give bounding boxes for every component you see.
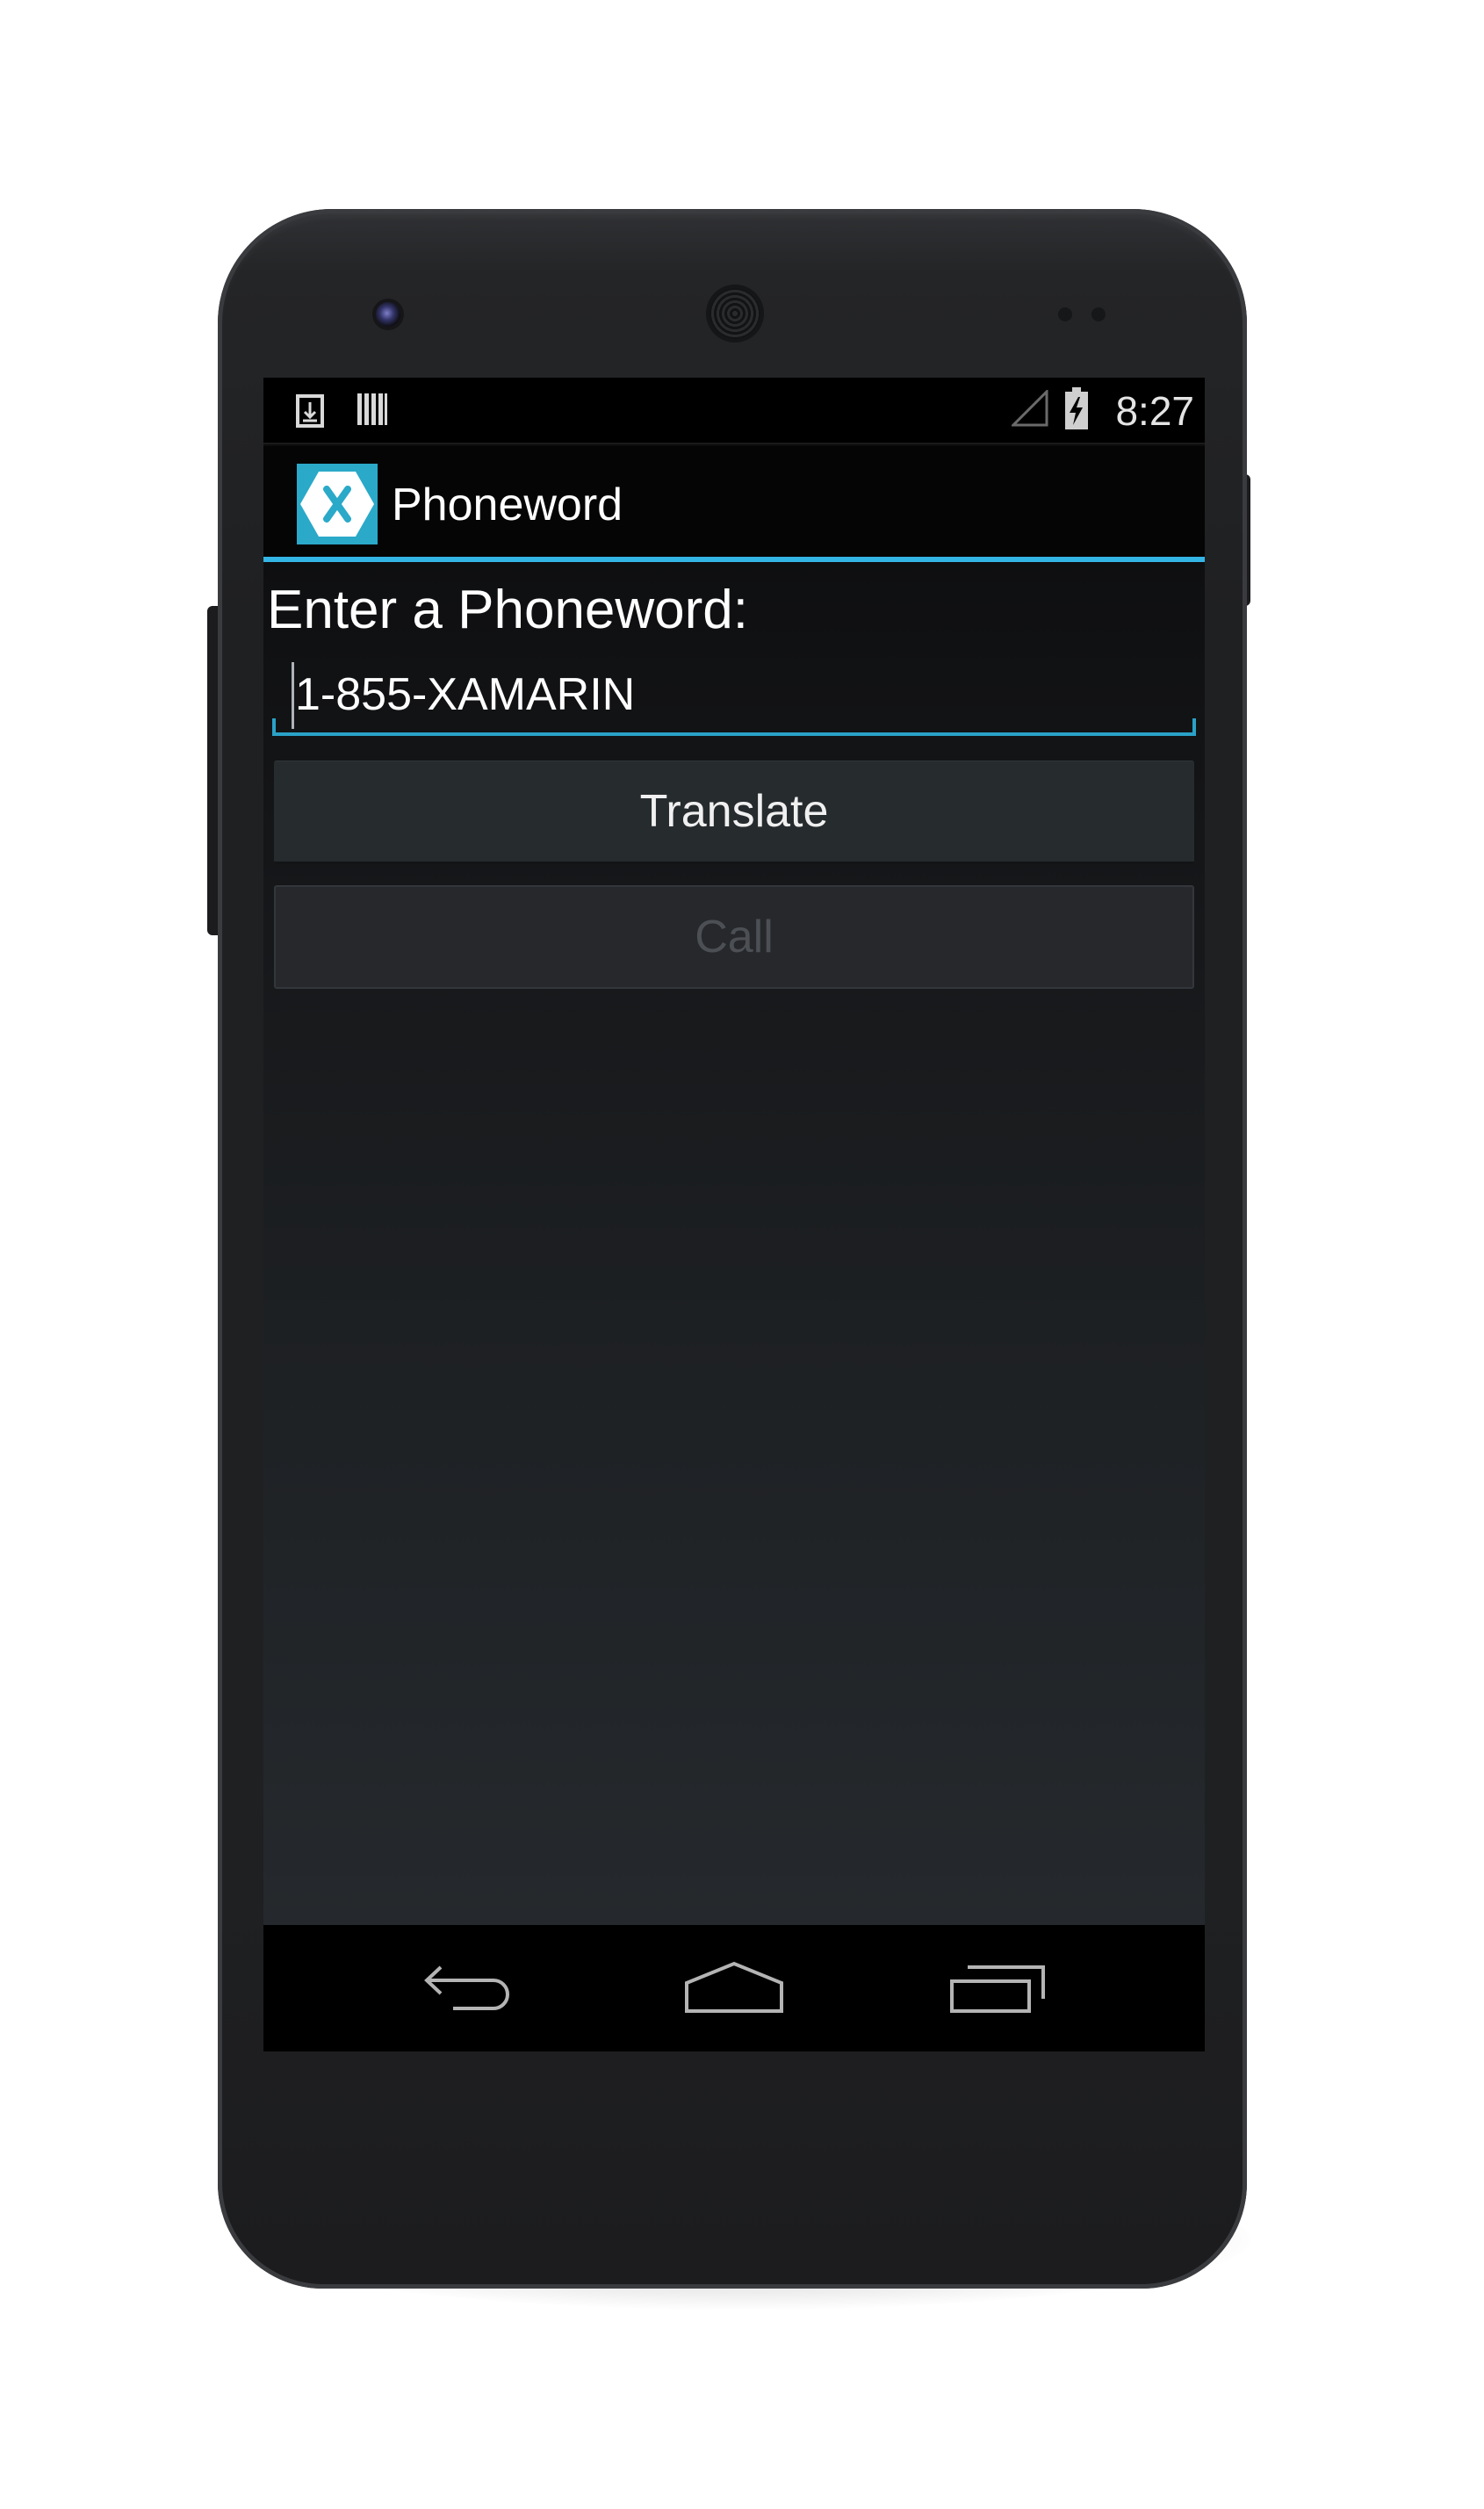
xamarin-logo-icon[interactable] — [297, 464, 378, 544]
navigation-bar — [263, 1925, 1205, 2051]
translate-button[interactable]: Translate — [274, 761, 1194, 864]
text-cursor — [292, 662, 294, 729]
signal-icon — [1010, 388, 1048, 427]
barcode-icon — [357, 392, 388, 427]
action-bar: Phoneword — [263, 446, 1205, 562]
home-icon[interactable] — [681, 1957, 787, 2020]
status-bar: 8:27 — [263, 378, 1205, 444]
app-title: Phoneword — [392, 479, 623, 530]
earpiece-speaker — [710, 288, 760, 339]
back-icon[interactable] — [418, 1957, 523, 2020]
battery-charging-icon — [1064, 386, 1089, 430]
light-sensor — [1091, 307, 1106, 321]
phoneword-field-container — [272, 659, 1196, 736]
proximity-sensor — [1058, 307, 1072, 321]
phone-screen: 8:27 Phoneword Enter a Phoneword: Transl… — [263, 378, 1205, 2051]
status-time: 8:27 — [1115, 388, 1194, 434]
recent-apps-icon[interactable] — [945, 1957, 1050, 2020]
phoneword-label: Enter a Phoneword: — [267, 580, 749, 640]
call-button[interactable]: Call — [274, 885, 1194, 989]
phoneword-input[interactable] — [295, 664, 1173, 725]
front-camera — [376, 302, 400, 327]
stage: 8:27 Phoneword Enter a Phoneword: Transl… — [0, 0, 1484, 2509]
download-icon — [295, 393, 325, 429]
